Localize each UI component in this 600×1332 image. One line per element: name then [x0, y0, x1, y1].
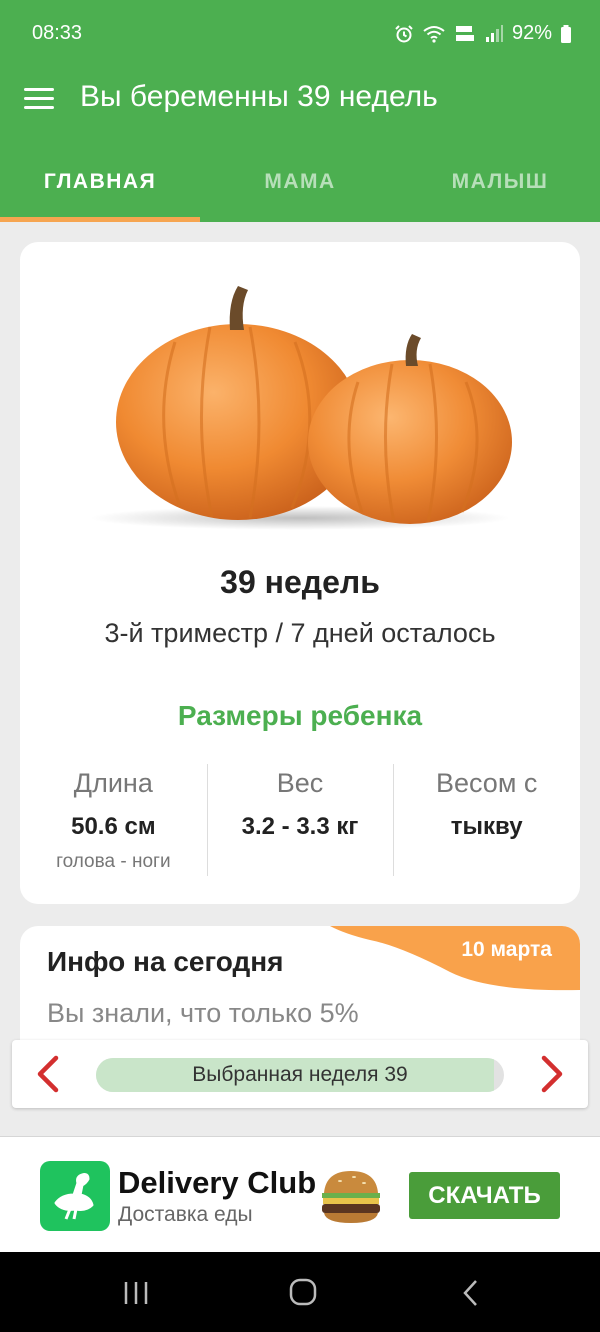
chevron-left-icon[interactable] [30, 1054, 70, 1094]
trimester-subtitle: 3-й триместр / 7 дней осталось [104, 618, 496, 648]
stat-length-label: Длина [73, 768, 153, 798]
stat-compare: Весом с тыкву [393, 764, 580, 876]
stat-length-value: 50.6 см [71, 813, 156, 840]
info-title: Инфо на сегодня [47, 946, 284, 977]
stat-compare-value: тыкву [450, 813, 523, 840]
hamburger-menu-icon[interactable] [22, 82, 58, 118]
battery-percent: 92% [511, 22, 552, 44]
stat-length-note: голова - ноги [56, 851, 171, 872]
stat-length: Длина 50.6 см голова - ноги [20, 764, 207, 876]
selected-week-bar[interactable]: Выбранная неделя 39 [96, 1058, 504, 1092]
ostrich-icon [40, 1161, 110, 1231]
week-title: 39 недель [220, 564, 380, 600]
baby-sizes-title: Размеры ребенка [177, 700, 423, 731]
status-icons: 92% [394, 22, 572, 45]
chevron-right-icon[interactable] [530, 1054, 570, 1094]
back-icon[interactable] [452, 1278, 492, 1308]
tab-mom[interactable]: МАМА [200, 134, 400, 222]
system-nav-bar [0, 1252, 600, 1332]
baby-stats: Длина 50.6 см голова - ноги Вес 3.2 - 3.… [20, 764, 580, 876]
volte-lte-icon [455, 25, 474, 41]
download-button[interactable]: СКАЧАТЬ [409, 1172, 560, 1219]
status-bar: 08:33 92% [0, 0, 600, 64]
status-time: 08:33 [32, 22, 83, 44]
pumpkins-image [90, 286, 512, 530]
app-title: Вы беременны 39 недель [80, 80, 438, 113]
app-bar: Вы беременны 39 недель [0, 64, 600, 134]
battery-icon [561, 24, 571, 43]
selected-week-label: Выбранная неделя 39 [192, 1063, 408, 1086]
ad-brand: Delivery Club [118, 1165, 317, 1200]
stat-weight: Вес 3.2 - 3.3 кг [206, 764, 394, 876]
week-summary-card: 39 недель 3-й триместр / 7 дней осталось… [20, 242, 580, 904]
week-selector: Выбранная неделя 39 [12, 1040, 588, 1108]
tab-bar: ГЛАВНАЯ МАМА МАЛЫШ [0, 134, 600, 222]
stat-weight-label: Вес [276, 768, 324, 798]
stat-weight-value: 3.2 - 3.3 кг [241, 813, 359, 840]
burger-image [322, 1171, 380, 1223]
wifi-icon [423, 25, 445, 43]
stat-compare-label: Весом с [435, 768, 538, 798]
tab-baby[interactable]: МАЛЫШ [400, 134, 600, 222]
recent-apps-icon[interactable] [116, 1278, 156, 1308]
ad-subtitle: Доставка еды [118, 1203, 253, 1226]
info-date: 10 марта [461, 938, 552, 961]
ad-banner[interactable]: Delivery Club Доставка еды СКАЧАТЬ [0, 1136, 600, 1252]
home-icon[interactable] [283, 1278, 323, 1308]
alarm-icon [395, 24, 413, 42]
signal-icon [485, 24, 503, 42]
tab-home[interactable]: ГЛАВНАЯ [0, 134, 200, 222]
info-text: Вы знали, что только 5% [47, 998, 359, 1028]
